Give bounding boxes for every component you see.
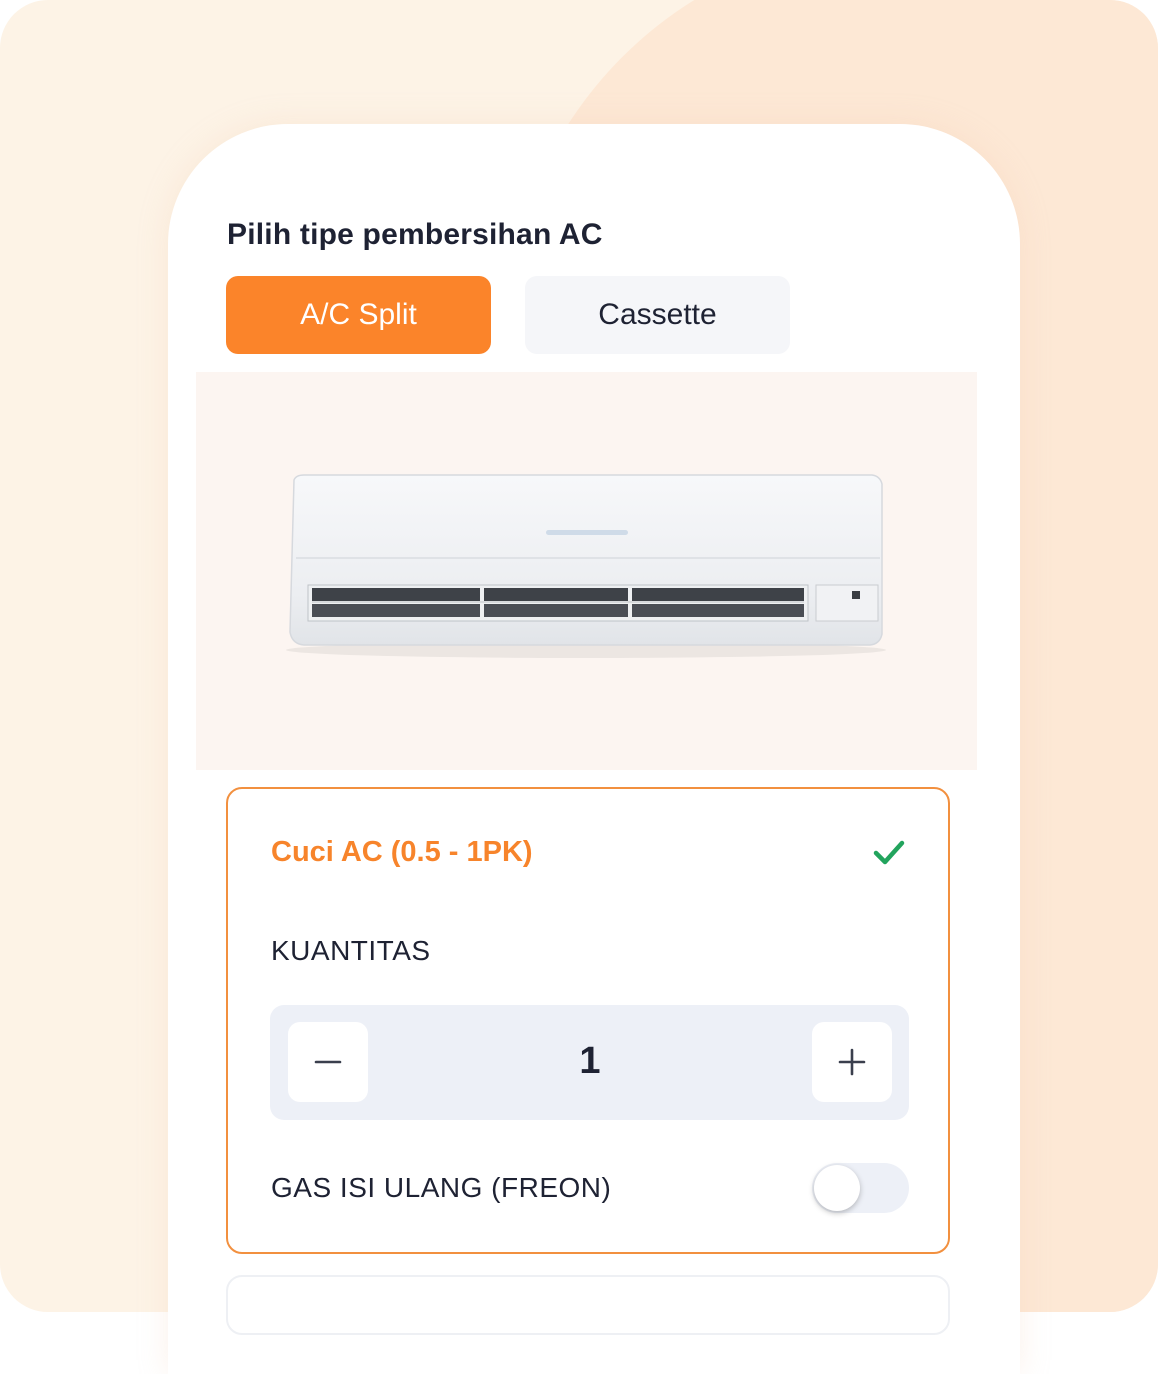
ac-unit-image [196, 372, 977, 770]
quantity-label: KUANTITAS [271, 935, 431, 966]
tab-cassette[interactable]: Cassette [525, 276, 790, 354]
minus-icon [314, 1060, 342, 1064]
split-ac-illustration [286, 474, 886, 658]
gas-refill-toggle[interactable] [812, 1163, 909, 1213]
service-name: Cuci AC (0.5 - 1PK) [271, 836, 533, 868]
plus-icon [838, 1048, 866, 1076]
tab-ac-split[interactable]: A/C Split [226, 276, 491, 354]
page-title: Pilih tipe pembersihan AC [227, 218, 603, 251]
quantity-value: 1 [579, 1040, 601, 1082]
check-icon [872, 838, 906, 868]
increment-button[interactable] [812, 1022, 892, 1102]
gas-refill-label: GAS ISI ULANG (FREON) [271, 1172, 612, 1203]
toggle-knob [814, 1165, 860, 1211]
decrement-button[interactable] [288, 1022, 368, 1102]
next-service-card[interactable] [226, 1275, 950, 1335]
